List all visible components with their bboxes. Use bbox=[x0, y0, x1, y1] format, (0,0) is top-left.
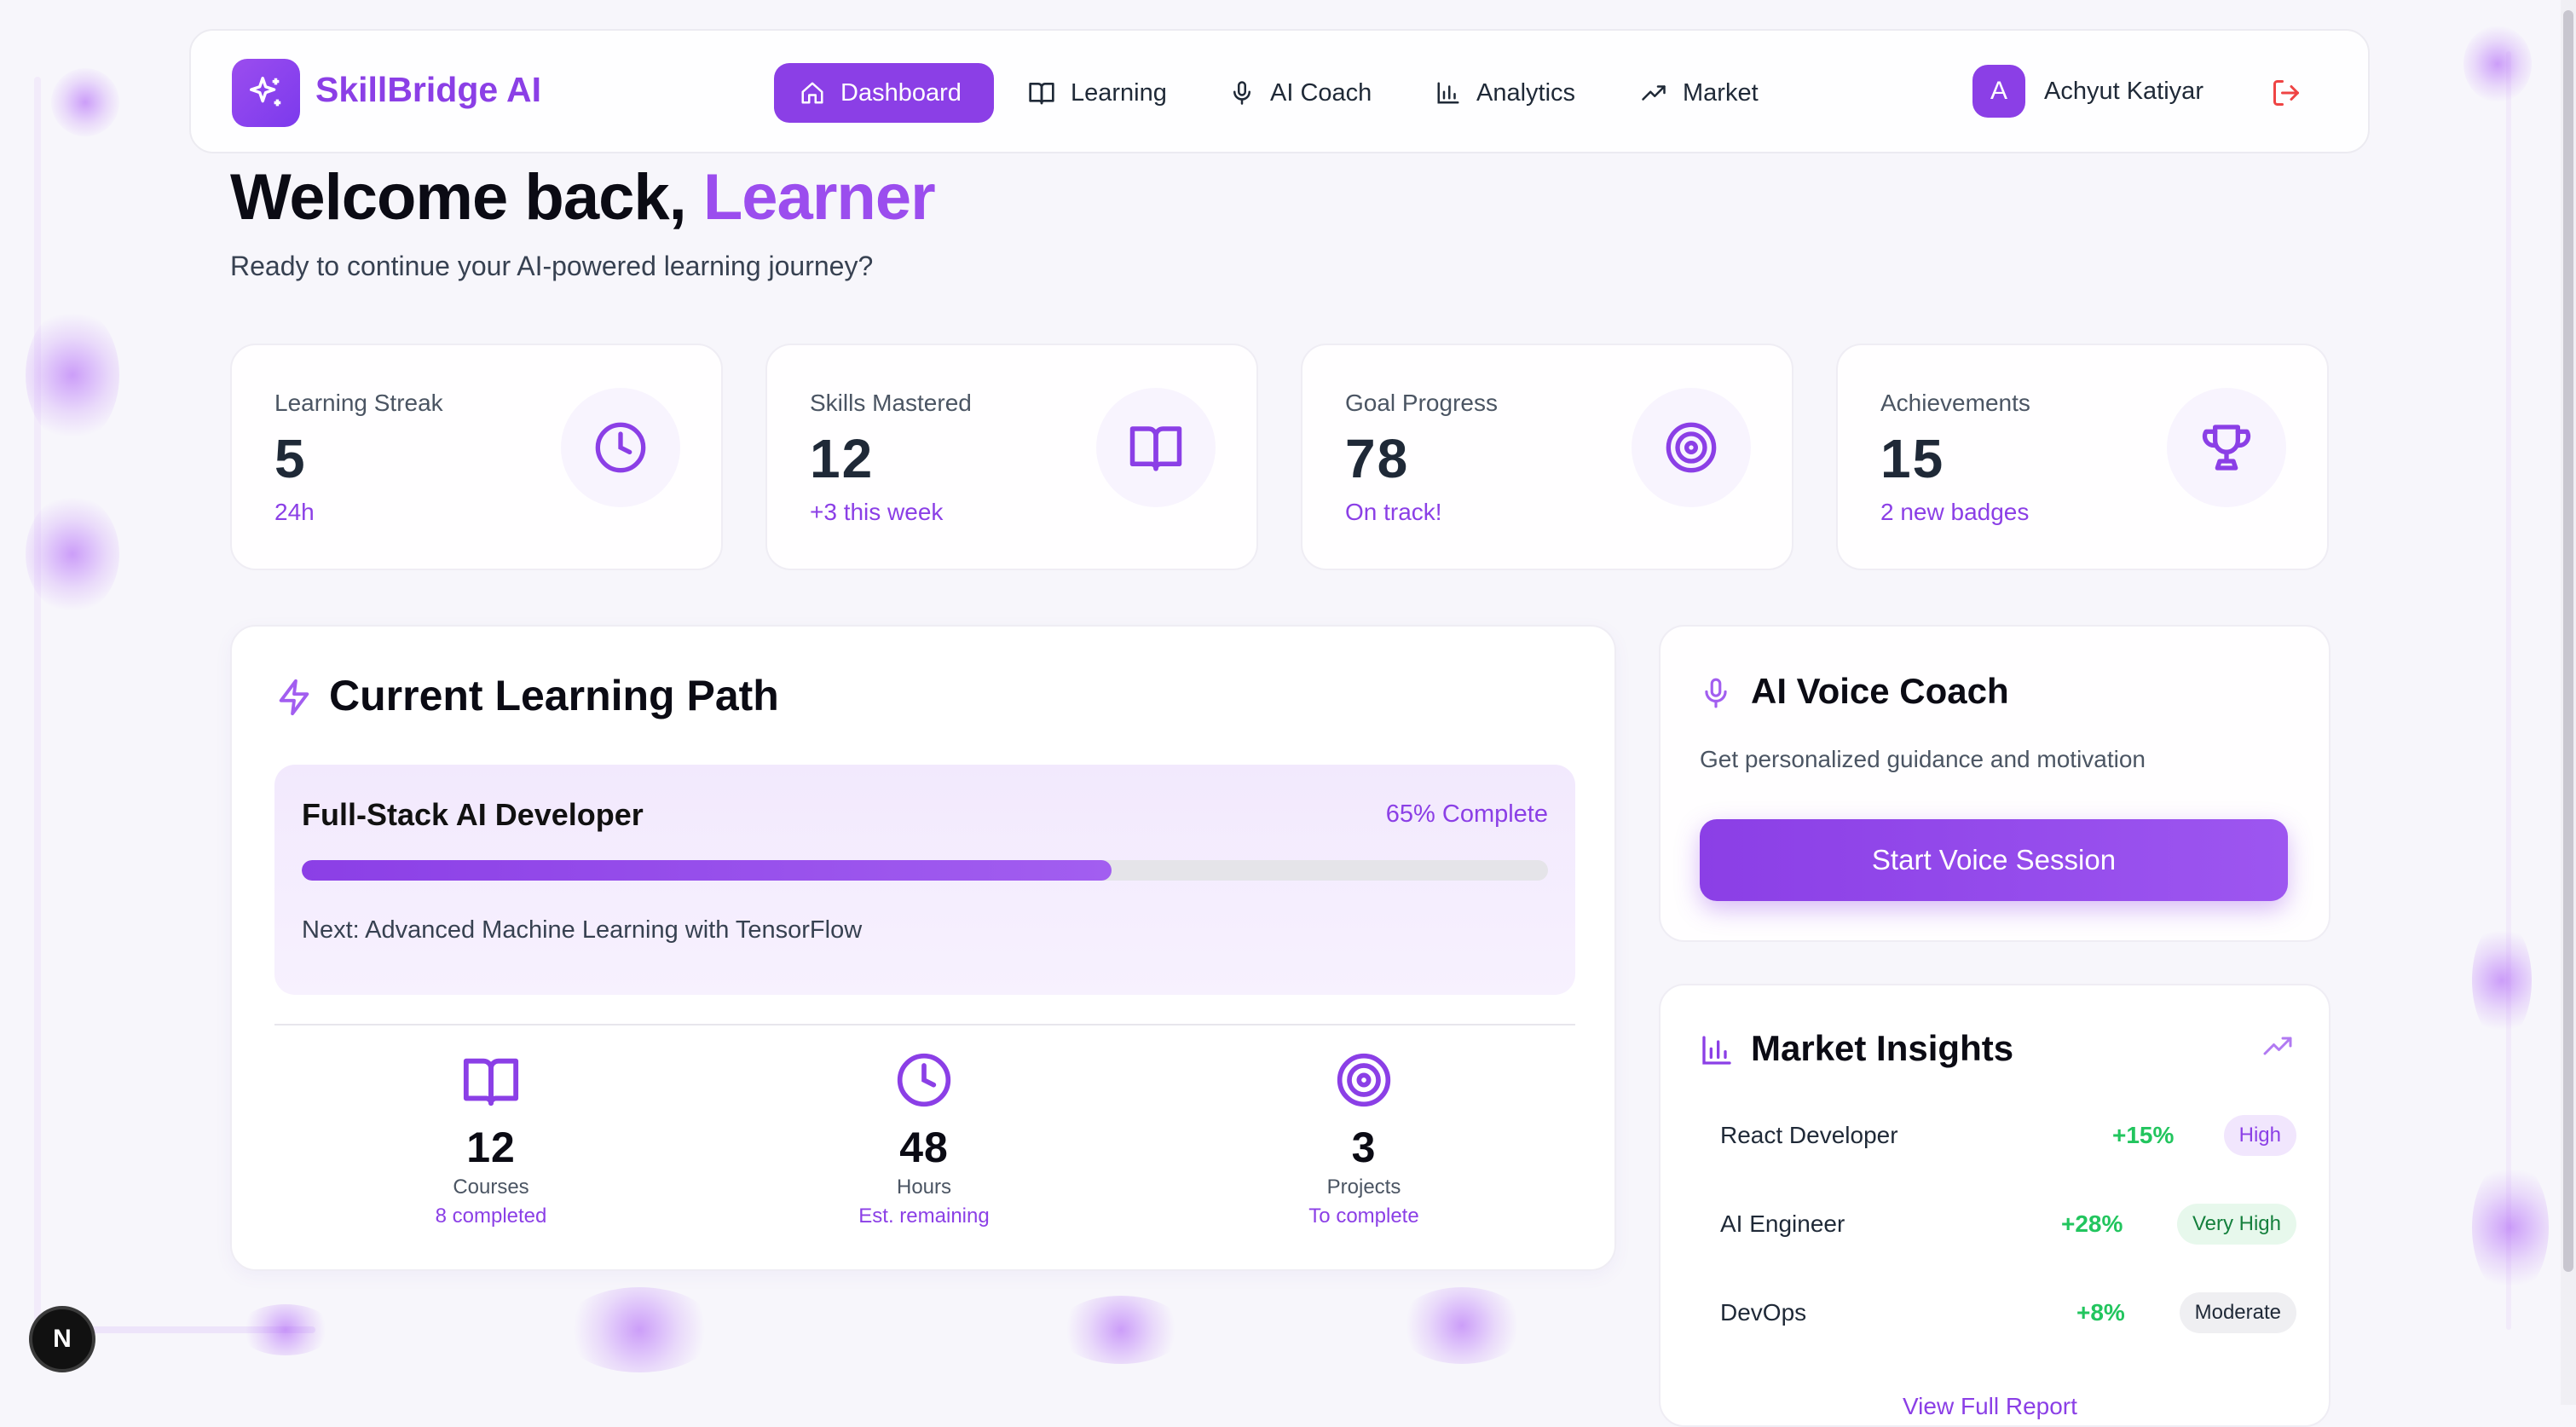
stat-value: 78 bbox=[1345, 428, 1410, 489]
view-full-report-link[interactable]: View Full Report bbox=[1903, 1393, 2077, 1420]
sparkles-icon[interactable] bbox=[232, 59, 300, 127]
demand-badge: Moderate bbox=[2179, 1292, 2296, 1333]
demand-badge: High bbox=[2223, 1115, 2296, 1156]
nextjs-dev-badge[interactable]: N bbox=[29, 1306, 95, 1372]
market-growth: +15% bbox=[2112, 1122, 2175, 1148]
book-icon bbox=[1096, 388, 1216, 507]
market-row[interactable]: React Developer +15% High bbox=[1720, 1112, 2296, 1159]
user-menu[interactable]: A Achyut Katiyar bbox=[1972, 65, 2203, 118]
stat-card-achievements: Achievements 15 2 new badges bbox=[1836, 344, 2329, 570]
path-next-step: Next: Advanced Machine Learning with Ten… bbox=[302, 916, 863, 944]
mini-stat-value: 12 bbox=[466, 1124, 516, 1171]
book-icon bbox=[1029, 83, 1054, 105]
path-progress-bar bbox=[302, 860, 1548, 881]
clock-icon bbox=[561, 388, 680, 507]
user-name: Achyut Katiyar bbox=[2044, 77, 2203, 105]
market-role: AI Engineer bbox=[1720, 1210, 1845, 1237]
market-insights-title: Market Insights bbox=[1751, 1028, 2014, 1068]
stat-label: Achievements bbox=[1880, 390, 2030, 416]
mini-stat-label: Projects bbox=[1326, 1176, 1401, 1199]
stat-label: Learning Streak bbox=[274, 390, 443, 416]
nav-dashboard[interactable]: Dashboard bbox=[774, 63, 994, 123]
target-icon bbox=[1227, 1051, 1500, 1111]
top-navbar: SkillBridge AI Dashboard Learning AI Coa… bbox=[189, 29, 2370, 153]
market-role: DevOps bbox=[1720, 1299, 1807, 1326]
demand-badge: Very High bbox=[2176, 1204, 2296, 1245]
stat-value: 5 bbox=[274, 428, 307, 489]
welcome-name: Learner bbox=[702, 161, 936, 234]
market-row[interactable]: DevOps +8% Moderate bbox=[1720, 1289, 2296, 1337]
market-growth: +28% bbox=[2061, 1210, 2123, 1237]
stat-sub: 2 new badges bbox=[1880, 499, 2030, 525]
mini-stat-sub: 8 completed bbox=[435, 1205, 547, 1228]
brand-name[interactable]: SkillBridge AI bbox=[315, 70, 541, 110]
mini-stat-value: 3 bbox=[1351, 1124, 1377, 1171]
mini-stat-hours: 48 Hours Est. remaining bbox=[788, 1051, 1060, 1228]
market-growth: +8% bbox=[2076, 1299, 2125, 1326]
start-voice-session-button[interactable]: Start Voice Session bbox=[1700, 819, 2288, 901]
stat-card-skills-mastered: Skills Mastered 12 +3 this week bbox=[765, 344, 1258, 570]
bar-chart-icon bbox=[1702, 1036, 1731, 1065]
stat-card-learning-streak: Learning Streak 5 24h bbox=[230, 344, 723, 570]
welcome-prefix: Welcome back, bbox=[230, 161, 687, 234]
voice-coach-title: AI Voice Coach bbox=[1751, 671, 2009, 711]
path-percent: 65% Complete bbox=[1385, 800, 1548, 828]
scrollbar-track[interactable] bbox=[2561, 0, 2576, 1405]
learning-path-title: Current Learning Path bbox=[329, 672, 779, 719]
mini-stat-sub: To complete bbox=[1308, 1205, 1419, 1228]
target-icon bbox=[1632, 388, 1751, 507]
nav-ai-coach-label: AI Coach bbox=[1270, 78, 1372, 107]
market-role: React Developer bbox=[1720, 1122, 1898, 1148]
page-subtitle: Ready to continue your AI-powered learni… bbox=[230, 251, 874, 281]
avatar[interactable]: A bbox=[1972, 65, 2025, 118]
nav-learning-label: Learning bbox=[1071, 78, 1167, 107]
stat-value: 12 bbox=[810, 428, 875, 489]
logout-icon[interactable] bbox=[2271, 78, 2302, 108]
nav-learning[interactable]: Learning bbox=[1028, 63, 1167, 123]
bar-chart-icon bbox=[1437, 82, 1459, 104]
stat-card-goal-progress: Goal Progress 78 On track! bbox=[1301, 344, 1793, 570]
mini-stat-label: Courses bbox=[453, 1176, 529, 1199]
scrollbar-thumb[interactable] bbox=[2563, 10, 2573, 1272]
stat-sub: +3 this week bbox=[810, 499, 944, 525]
stat-label: Skills Mastered bbox=[810, 390, 972, 416]
current-path-panel[interactable]: Full-Stack AI Developer 65% Complete Nex… bbox=[274, 765, 1575, 995]
nav-dashboard-label: Dashboard bbox=[840, 78, 962, 107]
path-name: Full-Stack AI Developer bbox=[302, 797, 644, 832]
nav-ai-coach[interactable]: AI Coach bbox=[1229, 63, 1372, 123]
mic-icon bbox=[1233, 81, 1250, 105]
clock-icon bbox=[788, 1051, 1060, 1111]
market-insights-card: Market Insights React Developer +15% Hig… bbox=[1659, 984, 2331, 1427]
trending-up-icon[interactable] bbox=[2262, 1033, 2293, 1059]
path-progress-fill bbox=[302, 860, 1112, 881]
stat-label: Goal Progress bbox=[1345, 390, 1498, 416]
stat-value: 15 bbox=[1880, 428, 1945, 489]
nav-analytics-label: Analytics bbox=[1476, 78, 1576, 107]
stat-sub: On track! bbox=[1345, 499, 1442, 525]
nav-market[interactable]: Market bbox=[1640, 63, 1759, 123]
mini-stat-sub: Est. remaining bbox=[858, 1205, 990, 1228]
page-title: Welcome back, Learner bbox=[230, 160, 936, 234]
home-icon bbox=[801, 82, 823, 104]
divider bbox=[274, 1024, 1575, 1025]
mini-stat-courses: 12 Courses 8 completed bbox=[355, 1051, 627, 1228]
mini-stat-value: 48 bbox=[899, 1124, 949, 1171]
nav-analytics[interactable]: Analytics bbox=[1435, 63, 1575, 123]
mini-stat-label: Hours bbox=[896, 1176, 952, 1199]
lightning-icon bbox=[279, 679, 309, 716]
learning-path-card: Current Learning Path Full-Stack AI Deve… bbox=[230, 625, 1616, 1271]
voice-coach-card: AI Voice Coach Get personalized guidance… bbox=[1659, 625, 2331, 942]
mic-icon bbox=[1705, 678, 1727, 708]
nav-market-label: Market bbox=[1683, 78, 1759, 107]
mini-stat-projects: 3 Projects To complete bbox=[1227, 1051, 1500, 1228]
voice-coach-subtitle: Get personalized guidance and motivation bbox=[1700, 746, 2146, 772]
trending-up-icon bbox=[1642, 85, 1666, 101]
trophy-icon bbox=[2167, 388, 2286, 507]
book-icon bbox=[355, 1051, 627, 1111]
stat-sub: 24h bbox=[274, 499, 315, 525]
market-row[interactable]: AI Engineer +28% Very High bbox=[1720, 1200, 2296, 1248]
